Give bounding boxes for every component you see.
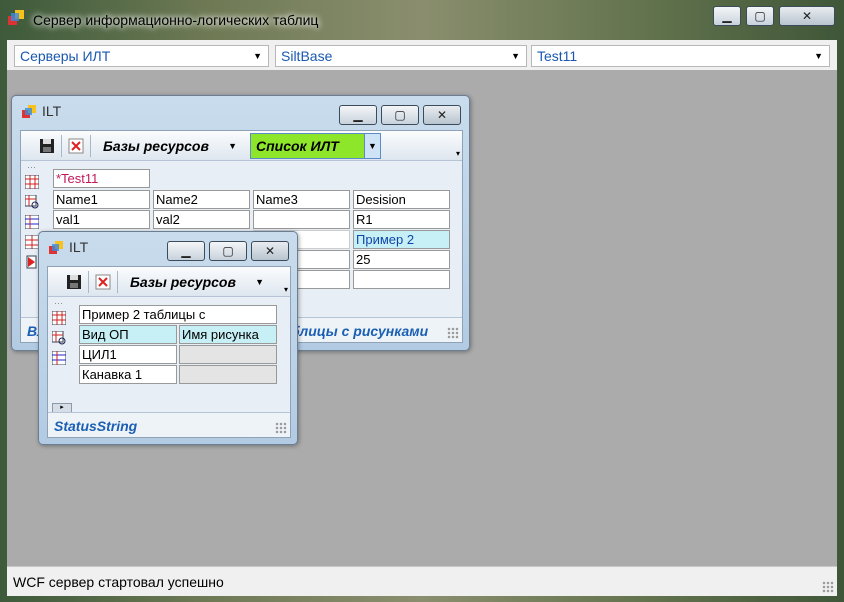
table-cols-icon[interactable] [24,234,40,250]
minimize-icon: ▁ [722,9,732,23]
child1-header-name2[interactable]: Name2 [153,190,250,209]
table-combo[interactable]: Test11 ▼ [531,45,830,67]
child2-status-text: StatusString [54,418,138,434]
child1-resources-combo[interactable]: Базы ресурсов ▼ [98,134,243,158]
child1-list-label: Список ИЛТ [256,138,339,154]
table-rows-icon[interactable] [51,350,67,366]
base-combo[interactable]: SiltBase ▼ [275,45,527,67]
child2-minimize-button[interactable]: ▁ [167,241,205,261]
save-icon[interactable] [39,138,55,154]
app-icon [8,10,26,26]
delete-icon[interactable] [95,274,111,290]
chevron-down-icon: ▼ [253,51,262,61]
child2-table-name[interactable]: Пример 2 таблицы с [79,305,277,324]
chevron-down-icon: ▼ [511,51,520,61]
chevron-down-icon: ▼ [814,51,823,61]
maximize-button[interactable]: ▢ [746,6,774,26]
delete-icon[interactable] [68,138,84,154]
child1-header-desision[interactable]: Desision [353,190,450,209]
toolbar-separator [117,271,118,293]
child1-close-button[interactable]: ✕ [423,105,461,125]
red-flag-icon[interactable] [25,255,39,269]
table-cell[interactable]: R1 [353,210,450,229]
table-cell[interactable] [353,270,450,289]
servers-combo[interactable]: Серверы ИЛТ ▼ [14,45,269,67]
table-cell[interactable]: Пример 2 [353,230,450,249]
table-cell[interactable]: val1 [53,210,150,229]
child2-header-image-name[interactable]: Имя рисунка [179,325,277,344]
grip-dots: ⋯ [54,298,63,308]
table-cell[interactable] [253,210,350,229]
child2-toolbar: Базы ресурсов ▼ ▾ [48,267,290,297]
grip-dots: ⋯ [27,162,36,172]
child1-header-name3[interactable]: Name3 [253,190,350,209]
child1-maximize-button[interactable]: ▢ [381,105,419,125]
child2-resources-combo[interactable]: Базы ресурсов ▼ [125,270,270,294]
window-title: Сервер информационно-логических таблиц [33,12,319,28]
maximize-icon: ▢ [754,9,766,23]
main-status-bar: WCF сервер стартовал успешно [7,566,837,596]
servers-combo-value: Серверы ИЛТ [20,48,111,64]
resize-grip-icon[interactable] [822,581,834,593]
image-cell[interactable] [179,365,277,384]
child2-title: ILT [69,239,89,255]
resize-grip-icon[interactable] [275,422,287,434]
child2-close-button[interactable]: ✕ [251,241,289,261]
chevron-down-icon: ▼ [364,134,380,158]
chevron-down-icon: ▼ [255,277,264,287]
toolbar-separator [90,135,91,157]
minimize-button[interactable]: ▁ [713,6,741,26]
save-icon[interactable] [66,274,82,290]
child1-title: ILT [42,103,62,119]
child1-table-name[interactable]: *Test11 [53,169,150,188]
child1-list-combo[interactable]: Список ИЛТ ▼ [250,133,381,159]
close-icon: ✕ [801,9,813,23]
app-icon [49,241,65,255]
table-rows-icon[interactable] [24,214,40,230]
chevron-down-icon: ▼ [228,141,237,151]
close-icon: ✕ [264,244,276,258]
table-icon[interactable] [51,310,67,326]
toolbar-separator [88,271,89,293]
close-button[interactable]: ✕ [779,6,835,26]
child1-minimize-button[interactable]: ▁ [339,105,377,125]
child1-status-text: блицы с рисунками [291,323,429,339]
maximize-icon: ▢ [394,108,406,122]
table-cell[interactable]: 25 [353,250,450,269]
table-cell[interactable]: val2 [153,210,250,229]
table-icon[interactable] [24,174,40,190]
table-search-icon[interactable] [51,330,66,345]
toolbar-overflow-icon[interactable]: ▾ [284,285,288,294]
child2-header-vid-op[interactable]: Вид ОП [79,325,177,344]
child2-maximize-button[interactable]: ▢ [209,241,247,261]
table-search-icon[interactable] [24,194,39,209]
close-icon: ✕ [436,108,448,122]
toolbar-separator [61,135,62,157]
child2-client: Базы ресурсов ▼ ▾ ⋯ Пример 2 таблицы с Ви… [47,266,291,438]
table-combo-value: Test11 [537,48,578,64]
maximize-icon: ▢ [222,244,234,258]
app-icon [22,105,38,119]
child-window-2[interactable]: ILT ▁ ▢ ✕ Базы ресурсов ▼ ▾ ⋯ Пример 2 та… [38,231,298,445]
child2-resources-label: Базы ресурсов [130,274,236,290]
table-cell[interactable]: Канавка 1 [79,365,177,384]
minimize-icon: ▁ [353,108,363,122]
table-cell[interactable]: ЦИЛ1 [79,345,177,364]
minimize-icon: ▁ [181,244,191,258]
child1-header-name1[interactable]: Name1 [53,190,150,209]
child1-resources-label: Базы ресурсов [103,138,209,154]
resize-grip-icon[interactable] [447,327,459,339]
child1-toolbar: Базы ресурсов ▼ Список ИЛТ ▼ ▾ [21,131,462,161]
image-cell[interactable] [179,345,277,364]
toolbar-overflow-icon[interactable]: ▾ [456,149,460,158]
base-combo-value: SiltBase [281,48,333,64]
status-text: WCF сервер стартовал успешно [13,574,224,590]
